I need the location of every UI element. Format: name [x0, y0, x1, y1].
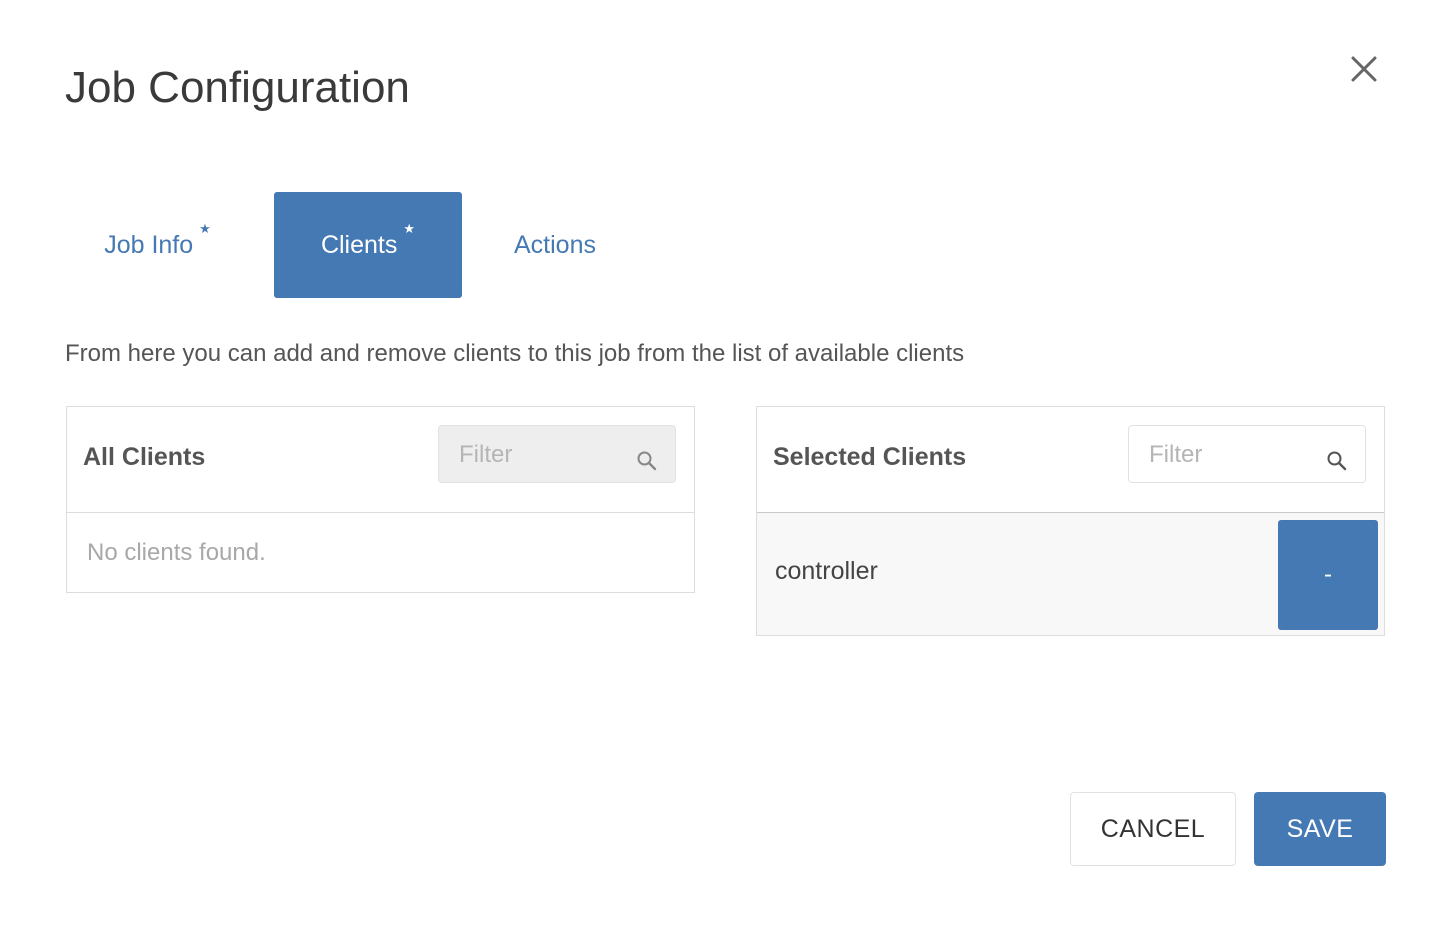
tab-job-info[interactable]: Job Info ★	[65, 192, 250, 298]
tab-actions[interactable]: Actions	[487, 192, 623, 298]
tab-bar: Job Info ★ Clients ★ Actions	[65, 192, 665, 298]
selected-client-row: controller -	[757, 512, 1384, 635]
save-button[interactable]: SAVE	[1254, 792, 1386, 866]
selected-clients-filter	[1128, 425, 1366, 484]
close-button[interactable]	[1344, 49, 1384, 89]
tab-label: Clients	[320, 230, 398, 259]
required-star-icon: ★	[403, 221, 416, 236]
close-icon	[1351, 56, 1377, 82]
selected-clients-header: Selected Clients	[757, 407, 1384, 513]
selected-clients-panel: Selected Clients controller -	[756, 406, 1385, 636]
all-clients-header: All Clients	[67, 407, 694, 513]
tab-label: Job Info	[104, 230, 194, 259]
remove-client-button[interactable]: -	[1278, 520, 1378, 630]
job-configuration-dialog: Job Configuration Job Info ★ Clients ★ A…	[0, 0, 1446, 934]
tab-label: Actions	[514, 230, 596, 259]
selected-clients-filter-input[interactable]	[1129, 426, 1331, 484]
all-clients-panel: All Clients No clients found.	[66, 406, 695, 593]
search-icon	[1327, 451, 1347, 471]
required-star-icon: ★	[199, 221, 211, 236]
client-name: controller	[775, 557, 878, 585]
tab-clients[interactable]: Clients ★	[274, 192, 462, 298]
selected-clients-title: Selected Clients	[773, 443, 967, 471]
all-clients-empty-message: No clients found.	[87, 539, 266, 566]
cancel-button[interactable]: CANCEL	[1070, 792, 1236, 866]
tab-description: From here you can add and remove clients…	[65, 340, 965, 367]
dialog-title: Job Configuration	[65, 63, 410, 112]
search-icon	[637, 451, 657, 471]
all-clients-filter	[438, 425, 676, 484]
all-clients-filter-input[interactable]	[439, 426, 641, 484]
all-clients-title: All Clients	[83, 443, 206, 471]
